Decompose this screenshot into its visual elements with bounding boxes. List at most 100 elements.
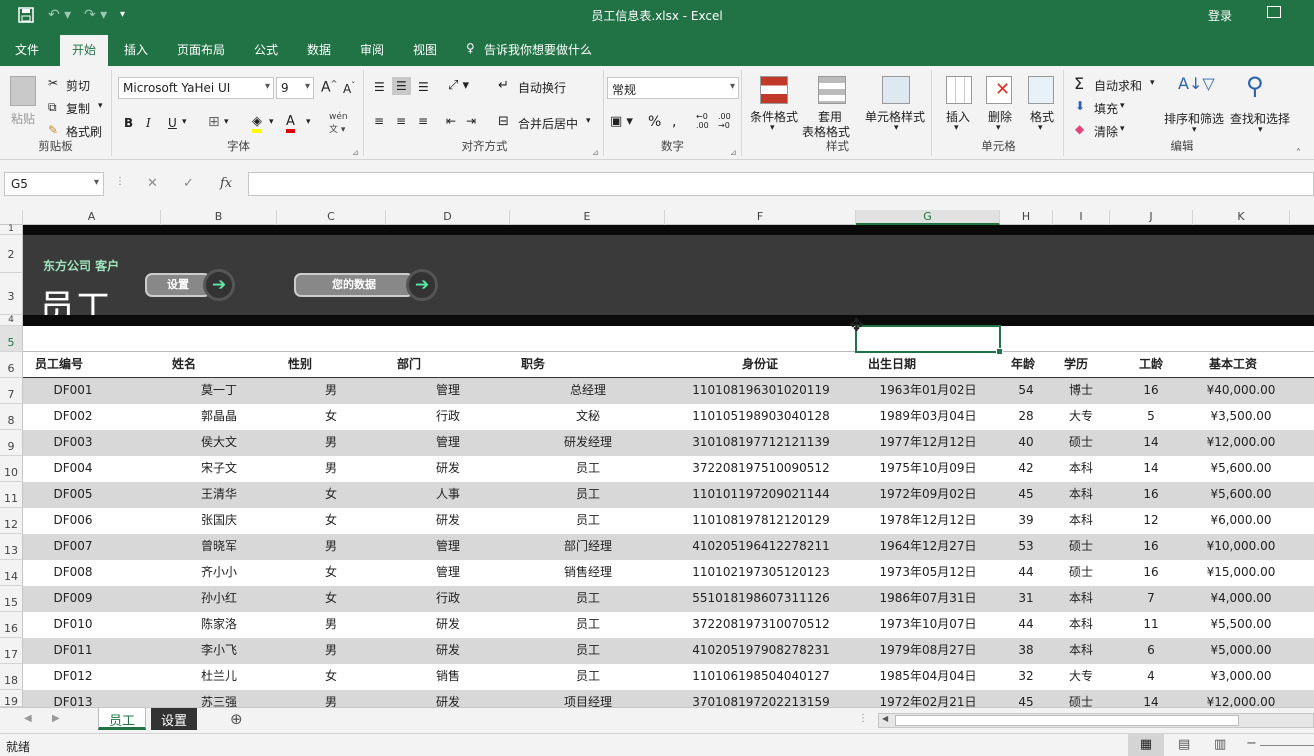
row-header[interactable]: 14 [0,560,23,586]
table-cell[interactable]: 硕士 [1069,690,1093,707]
table-cell[interactable]: 男 [325,690,337,707]
table-cell[interactable]: 110101197209021144 [692,482,829,508]
table-cell[interactable]: 32 [1018,664,1033,690]
table-cell[interactable]: DF002 [53,404,92,430]
row-header[interactable]: 4 [0,315,23,326]
merge-center-button[interactable]: 合并后居中 [518,115,578,132]
paste-icon[interactable] [10,76,36,106]
cancel-icon[interactable]: ✕ [147,176,158,191]
table-cell[interactable]: 410205196412278211 [692,534,829,560]
next-sheet-icon[interactable]: ▶ [52,713,60,724]
cut-button[interactable]: 剪切 [66,77,90,94]
table-cell[interactable]: 员工 [576,456,600,482]
table-cell[interactable]: ¥5,500.00 [1210,612,1271,638]
font-color-icon[interactable]: A [286,114,295,133]
row-header[interactable]: 5 [0,326,23,352]
underline-button[interactable]: U [168,116,177,130]
table-cell[interactable]: 员工 [576,482,600,508]
table-cell[interactable]: 1975年10月09日 [879,456,976,482]
table-cell[interactable]: 45 [1018,690,1033,707]
column-header[interactable]: G [856,210,1000,225]
table-cell[interactable]: 44 [1018,560,1033,586]
select-all-corner[interactable] [0,210,23,225]
zoom-out-icon[interactable]: − [1246,736,1257,751]
row-header[interactable]: 7 [0,378,23,404]
row-header[interactable]: 6 [0,352,23,378]
copy-icon[interactable]: ⧉ [48,100,57,115]
paste-button[interactable]: 粘贴 [11,110,35,127]
table-cell[interactable]: ¥12,000.00 [1207,430,1276,456]
column-header[interactable]: K [1193,210,1290,225]
shrink-font-icon[interactable]: Aˇ [343,81,355,96]
table-cell[interactable]: 文秘 [576,404,600,430]
prev-sheet-icon[interactable]: ◀ [24,713,32,724]
top-align-icon[interactable]: ☰ [374,80,385,94]
table-cell[interactable]: 员工 [576,508,600,534]
tab-home[interactable]: 开始 [60,35,109,66]
table-cell[interactable]: 大专 [1069,404,1093,430]
italic-button[interactable]: I [146,116,151,130]
settings-arrow-icon[interactable]: ➔ [203,269,235,301]
login-link[interactable]: 登录 [1208,7,1232,24]
table-cell[interactable]: 员工 [576,664,600,690]
phonetic-icon[interactable]: wén 文 ▾ [329,112,348,135]
table-cell[interactable]: 16 [1143,482,1158,508]
table-cell[interactable]: 410205197908278231 [692,638,829,664]
increase-decimal-icon[interactable]: ←0.00 [696,112,709,130]
scrollbar-thumb[interactable] [895,715,1239,726]
table-cell[interactable]: 项目经理 [564,690,612,707]
align-left-icon[interactable]: ≡ [374,114,384,128]
tab-page-layout[interactable]: 页面布局 [177,41,225,58]
sort-filter-icon[interactable]: A↓▽ [1178,74,1215,93]
table-cell[interactable]: DF013 [53,690,92,707]
borders-icon[interactable]: ⊞ [208,114,220,130]
table-cell[interactable]: 郭晶晶 [201,404,237,430]
table-cell[interactable]: 女 [325,560,337,586]
table-cell[interactable]: 管理 [436,430,460,456]
table-cell[interactable]: 1979年08月27日 [879,638,976,664]
table-cell[interactable]: 行政 [436,586,460,612]
table-cell[interactable]: 女 [325,482,337,508]
normal-view-icon[interactable]: ▦ [1128,734,1164,756]
table-cell[interactable]: DF012 [53,664,92,690]
row-header[interactable]: 2 [0,235,23,273]
tab-insert[interactable]: 插入 [124,41,148,58]
tab-view[interactable]: 视图 [413,41,437,58]
table-cell[interactable]: 本科 [1069,508,1093,534]
table-cell[interactable]: 44 [1018,612,1033,638]
table-cell[interactable]: 销售经理 [564,560,612,586]
table-cell[interactable]: 40 [1018,430,1033,456]
format-as-table-icon[interactable] [818,76,846,104]
percent-style-icon[interactable]: % [648,114,661,130]
column-header[interactable]: E [510,210,665,225]
middle-align-icon[interactable]: ☰ [392,77,411,95]
table-cell[interactable]: 宋子文 [201,456,237,482]
table-cell[interactable]: 博士 [1069,378,1093,404]
borders-dropdown-icon[interactable]: ▾ [224,117,229,127]
table-cell[interactable]: 男 [325,456,337,482]
sheet-tab-employees[interactable]: 员工 [98,708,147,730]
column-header[interactable]: C [277,210,386,225]
table-cell[interactable]: 本科 [1069,482,1093,508]
table-cell[interactable]: 4 [1147,664,1155,690]
worksheet-grid[interactable]: 东方公司 客户 员工 设置 ➔ 您的数据 ➔ ✥ 员工编号 姓名 性别 部门 职… [23,225,1314,707]
align-center-icon[interactable]: ≡ [396,114,406,128]
font-size-select[interactable]: 9 [276,77,314,99]
table-cell[interactable]: 莫一丁 [201,378,237,404]
table-cell[interactable]: 110102197305120123 [692,560,829,586]
table-cell[interactable]: 管理 [436,560,460,586]
table-cell[interactable]: 女 [325,508,337,534]
row-header[interactable]: 8 [0,404,23,430]
row-header[interactable]: 18 [0,664,23,690]
table-cell[interactable]: 6 [1147,638,1155,664]
table-cell[interactable]: 7 [1147,586,1155,612]
copy-button[interactable]: 复制 [66,100,90,117]
table-cell[interactable]: 1972年09月02日 [879,482,976,508]
table-cell[interactable]: 11 [1143,612,1158,638]
table-cell[interactable]: 男 [325,612,337,638]
table-cell[interactable]: DF007 [53,534,92,560]
table-cell[interactable]: 研发 [436,690,460,707]
table-cell[interactable]: 研发 [436,508,460,534]
column-header[interactable]: A [23,210,161,225]
table-cell[interactable]: ¥12,000.00 [1207,690,1276,707]
